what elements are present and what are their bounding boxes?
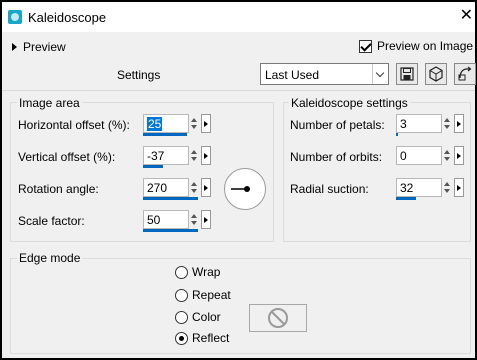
chevron-down-icon[interactable] (372, 64, 388, 84)
rotation-dial[interactable] (224, 168, 266, 210)
kaleidoscope-dialog: Kaleidoscope ✕ Preview Preview on Image … (2, 2, 476, 358)
preview-on-image-label: Preview on Image (377, 39, 474, 53)
radio-unchecked-icon[interactable] (175, 310, 188, 324)
edge-mode-title: Edge mode (17, 251, 83, 265)
slider-popup-icon[interactable] (201, 114, 211, 133)
radio-unchecked-icon[interactable] (175, 265, 188, 279)
divider (2, 90, 475, 91)
horizontal-offset-spinner[interactable]: 25 (143, 114, 213, 136)
horizontal-offset-input[interactable]: 25 (143, 114, 189, 133)
orbits-label: Number of orbits: (290, 150, 383, 164)
radio-checked-icon[interactable] (175, 331, 188, 345)
edge-mode-repeat-label: Repeat (192, 288, 231, 302)
petals-input[interactable]: 3 (396, 114, 442, 133)
edge-mode-wrap-radio[interactable]: Wrap (175, 265, 220, 279)
slider-popup-icon[interactable] (201, 210, 211, 229)
close-icon[interactable]: ✕ (460, 8, 473, 24)
expand-arrow-icon (12, 43, 17, 51)
radial-suction-input[interactable]: 32 (396, 178, 442, 197)
vertical-offset-input[interactable]: -37 (143, 146, 189, 165)
window-title: Kaleidoscope (28, 10, 107, 25)
orbits-input[interactable]: 0 (396, 146, 442, 165)
scale-factor-input[interactable]: 50 (143, 210, 189, 229)
scale-factor-label: Scale factor: (18, 214, 85, 228)
value-bar (143, 229, 198, 232)
slider-popup-icon[interactable] (454, 178, 464, 197)
image-area-title: Image area (17, 96, 82, 110)
spin-arrows-icon[interactable] (189, 114, 199, 133)
edge-color-swatch[interactable] (249, 304, 307, 332)
save-preset-button[interactable] (396, 63, 418, 85)
disabled-icon (268, 308, 288, 328)
kaleidoscope-settings-title: Kaleidoscope settings (289, 96, 410, 110)
preview-label: Preview (23, 40, 66, 54)
radio-unchecked-icon[interactable] (175, 288, 188, 302)
rotation-angle-label: Rotation angle: (18, 182, 99, 196)
preview-on-image-checkbox[interactable]: Preview on Image (359, 39, 473, 53)
value-bar (396, 197, 416, 200)
edge-mode-color-radio[interactable]: Color (175, 310, 221, 324)
preview-expander[interactable]: Preview (12, 40, 66, 54)
slider-popup-icon[interactable] (454, 146, 464, 165)
spin-arrows-icon[interactable] (442, 114, 452, 133)
spin-arrows-icon[interactable] (189, 146, 199, 165)
radial-suction-label: Radial suction: (290, 182, 369, 196)
orbits-spinner[interactable]: 0 (396, 146, 466, 168)
preset-dropdown[interactable]: Last Used (260, 63, 389, 85)
value-bar (143, 197, 198, 200)
preset-value: Last Used (265, 68, 320, 82)
edge-mode-reflect-radio[interactable]: Reflect (175, 331, 229, 345)
save-preset-icon (400, 67, 414, 81)
randomize-button[interactable] (454, 63, 476, 85)
scale-factor-spinner[interactable]: 50 (143, 210, 213, 232)
spin-arrows-icon[interactable] (442, 178, 452, 197)
horizontal-offset-label: Horizontal offset (%): (18, 118, 130, 132)
spin-arrows-icon[interactable] (442, 146, 452, 165)
value-bar (143, 133, 187, 136)
rotation-angle-spinner[interactable]: 270 (143, 178, 213, 200)
reset-preset-button[interactable] (425, 63, 447, 85)
vertical-offset-label: Vertical offset (%): (18, 150, 116, 164)
edge-mode-group (10, 258, 471, 354)
spin-arrows-icon[interactable] (189, 178, 199, 197)
value-bar (143, 165, 163, 168)
title-bar: Kaleidoscope ✕ (2, 2, 475, 32)
edge-mode-reflect-label: Reflect (192, 331, 230, 345)
spin-arrows-icon[interactable] (189, 210, 199, 229)
slider-popup-icon[interactable] (201, 146, 211, 165)
app-icon (8, 10, 22, 24)
value-bar (396, 133, 398, 136)
edge-mode-color-label: Color (192, 310, 221, 324)
petals-spinner[interactable]: 3 (396, 114, 466, 136)
slider-popup-icon[interactable] (201, 178, 211, 197)
settings-label: Settings (117, 68, 161, 82)
checkbox-checked-icon[interactable] (359, 39, 372, 53)
vertical-offset-spinner[interactable]: -37 (143, 146, 213, 168)
radial-suction-spinner[interactable]: 32 (396, 178, 466, 200)
petals-label: Number of petals: (290, 118, 385, 132)
reset-preset-icon (429, 66, 443, 82)
rotation-pointer-icon (231, 186, 250, 192)
edge-mode-repeat-radio[interactable]: Repeat (175, 288, 231, 302)
rotation-angle-input[interactable]: 270 (143, 178, 189, 197)
slider-popup-icon[interactable] (454, 114, 464, 133)
edge-mode-wrap-label: Wrap (192, 265, 221, 279)
randomize-icon (458, 66, 472, 81)
